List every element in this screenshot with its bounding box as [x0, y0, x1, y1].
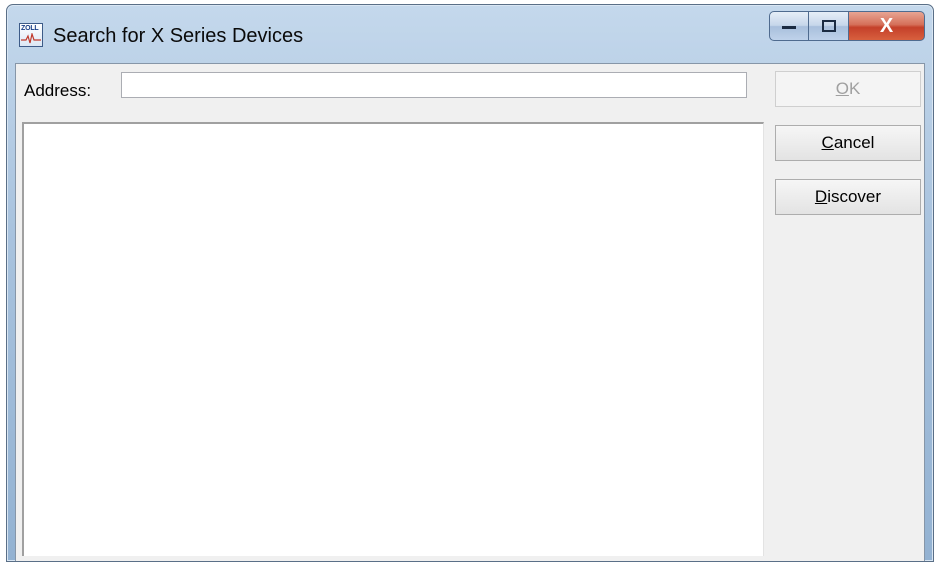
maximize-button[interactable]: [809, 11, 849, 41]
zoll-app-icon: ZOLL: [19, 23, 43, 47]
address-input[interactable]: [121, 72, 747, 98]
device-list[interactable]: [22, 122, 764, 556]
search-devices-dialog: ZOLL Search for X Series Devices X Addre…: [6, 4, 934, 562]
cancel-button[interactable]: Cancel: [775, 125, 921, 161]
dialog-client-area: Address: OK Cancel Discover: [15, 63, 925, 561]
ok-label-rest: K: [848, 79, 861, 98]
address-label: Address:: [24, 81, 92, 100]
minimize-button[interactable]: [769, 11, 809, 41]
app-icon-brand: ZOLL: [21, 25, 39, 32]
cancel-mnemonic: C: [821, 133, 834, 152]
close-icon: X: [879, 14, 894, 37]
ok-button[interactable]: OK: [775, 71, 921, 107]
caption-buttons: X: [769, 11, 925, 41]
title-bar[interactable]: ZOLL Search for X Series Devices X: [7, 5, 933, 65]
minimize-icon: [782, 26, 796, 29]
ecg-waveform-icon: [21, 33, 41, 44]
cancel-label-rest: ancel: [833, 133, 875, 152]
ok-mnemonic: O: [835, 79, 849, 98]
discover-label-rest: iscover: [827, 187, 882, 206]
window-title: Search for X Series Devices: [53, 25, 304, 47]
discover-button[interactable]: Discover: [775, 179, 921, 215]
close-button[interactable]: X: [849, 11, 925, 41]
maximize-icon: [821, 20, 836, 32]
discover-mnemonic: D: [814, 187, 828, 206]
